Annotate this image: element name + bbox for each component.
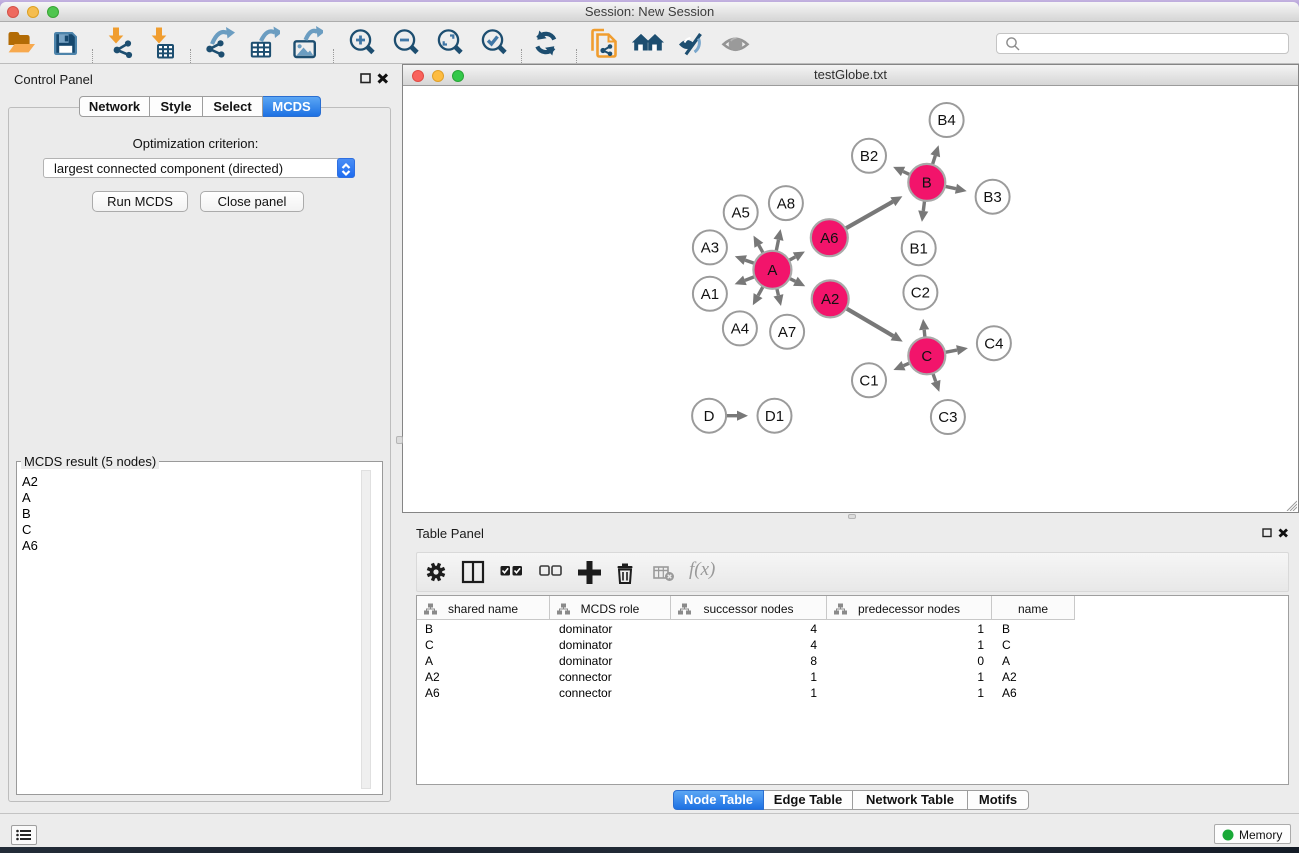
svg-text:B4: B4 bbox=[937, 112, 955, 129]
svg-text:A6: A6 bbox=[820, 230, 838, 247]
svg-text:A5: A5 bbox=[732, 205, 750, 222]
svg-text:C3: C3 bbox=[938, 409, 957, 426]
svg-text:A7: A7 bbox=[778, 324, 796, 341]
svg-text:C4: C4 bbox=[984, 335, 1003, 352]
svg-text:A: A bbox=[767, 262, 777, 279]
svg-text:A4: A4 bbox=[731, 321, 749, 338]
svg-text:C1: C1 bbox=[859, 373, 878, 390]
svg-text:A3: A3 bbox=[701, 240, 719, 257]
svg-text:A8: A8 bbox=[777, 195, 795, 212]
svg-text:A1: A1 bbox=[701, 286, 719, 303]
svg-text:B3: B3 bbox=[983, 189, 1001, 206]
svg-text:B1: B1 bbox=[910, 240, 928, 257]
svg-text:B: B bbox=[922, 175, 932, 192]
svg-text:B2: B2 bbox=[860, 148, 878, 165]
svg-text:D: D bbox=[704, 408, 715, 425]
svg-text:A2: A2 bbox=[821, 291, 839, 308]
svg-text:C2: C2 bbox=[911, 285, 930, 302]
svg-text:D1: D1 bbox=[765, 408, 784, 425]
svg-text:C: C bbox=[921, 348, 932, 365]
